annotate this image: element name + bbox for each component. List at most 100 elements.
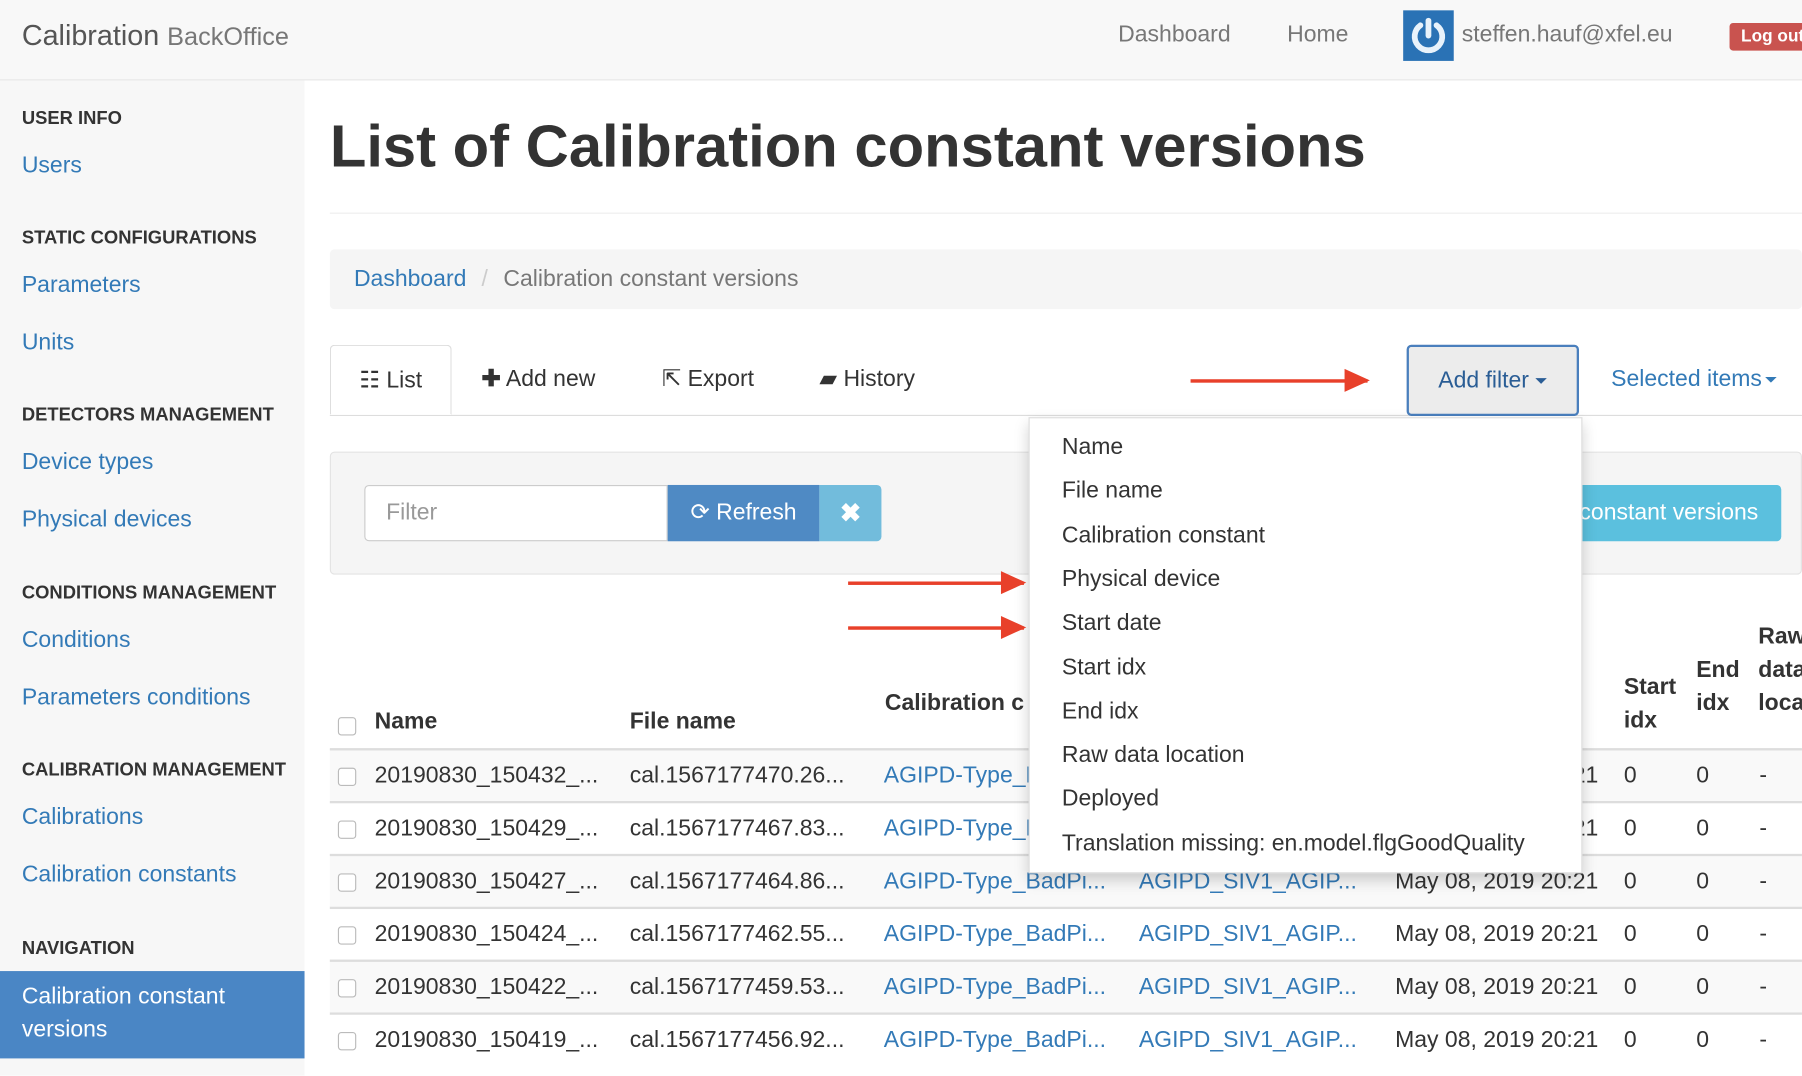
- cell-cc[interactable]: AGIPD-Type_BadPi...: [884, 909, 1106, 960]
- row-checkbox[interactable]: [337, 820, 357, 839]
- nav-home[interactable]: Home: [1287, 22, 1348, 48]
- brand-main: Calibration: [21, 19, 160, 52]
- cell-end: 0: [1696, 921, 1710, 947]
- cell-cc[interactable]: AGIPD-Type_BadPi...: [884, 962, 1106, 1013]
- add-filter-dropdown-menu: Name File name Calibration constant Physica…: [1028, 417, 1583, 874]
- tab-list[interactable]: ☷ List: [329, 344, 452, 415]
- add-filter-button[interactable]: Add filter: [1406, 344, 1580, 417]
- cell-start: 0: [1623, 1027, 1637, 1053]
- row-checkbox[interactable]: [337, 926, 357, 945]
- cell-end: 0: [1696, 815, 1710, 842]
- cell-start: 0: [1623, 815, 1637, 842]
- user-email[interactable]: steffen.hauf@xfel.eu: [1462, 22, 1673, 48]
- table-row: 20190830_150419_... cal.1567177456.92... A…: [329, 1012, 1802, 1066]
- brand[interactable]: Calibration BackOffice: [22, 20, 289, 53]
- filter-option[interactable]: File name: [1062, 477, 1163, 505]
- sidebar-header-user-info: USER INFO: [21, 109, 122, 129]
- cell-pd[interactable]: AGIPD_SIV1_AGIP...: [1139, 1015, 1357, 1066]
- column-header-name[interactable]: Name: [375, 706, 438, 739]
- cell-cc[interactable]: AGIPD-Type_BadPi...: [884, 1015, 1106, 1066]
- sidebar-item-calibrations[interactable]: Calibrations: [22, 804, 143, 830]
- cell-end: 0: [1696, 974, 1710, 1000]
- cell-file: cal.1567177467.83...: [629, 815, 845, 842]
- breadcrumb-dashboard[interactable]: Dashboard: [354, 249, 466, 309]
- page-title: List of Calibration constant versions: [329, 113, 1366, 181]
- tab-export[interactable]: ⇱ Export: [662, 345, 754, 415]
- cell-start: 0: [1623, 868, 1637, 895]
- cell-start: 0: [1623, 763, 1637, 789]
- book-icon: ▰: [819, 366, 838, 392]
- tab-label: List: [386, 367, 423, 394]
- column-header-end-idx[interactable]: End idx: [1696, 654, 1747, 721]
- sidebar-item-device-types[interactable]: Device types: [22, 449, 154, 475]
- cell-date: May 08, 2019 20:21: [1395, 921, 1599, 947]
- sidebar-item-calibration-constant-versions[interactable]: Calibration constant versions: [0, 971, 305, 1059]
- selected-items-label: Selected items: [1611, 366, 1762, 392]
- logout-button[interactable]: Log out: [1729, 22, 1802, 51]
- column-header-raw-data-location[interactable]: Raw data loca: [1758, 621, 1802, 721]
- selected-items-dropdown[interactable]: Selected items: [1611, 345, 1777, 414]
- sidebar-item-parameters-conditions[interactable]: Parameters conditions: [22, 685, 251, 711]
- sidebar-item-physical-devices[interactable]: Physical devices: [22, 507, 192, 533]
- caret-down-icon: [1535, 378, 1548, 385]
- refresh-label: Refresh: [716, 499, 797, 526]
- export-icon: ⇱: [661, 366, 682, 392]
- sidebar-item-calibration-constants[interactable]: Calibration constants: [22, 862, 237, 888]
- cell-name: 20190830_150427_...: [374, 868, 599, 895]
- filter-option[interactable]: Start date: [1062, 609, 1162, 637]
- filter-option[interactable]: Deployed: [1062, 785, 1159, 813]
- column-header-file-name[interactable]: File name: [630, 706, 736, 739]
- tab-add-new[interactable]: ✚ Add new: [482, 345, 596, 415]
- cell-file: cal.1567177462.55...: [629, 921, 845, 947]
- filter-option[interactable]: Translation missing: en.model.flgGoodQua…: [1062, 829, 1525, 857]
- sidebar-header-calibration-management: CALIBRATION MANAGEMENT: [21, 760, 287, 781]
- filter-option[interactable]: End idx: [1062, 697, 1139, 725]
- cell-end: 0: [1696, 1027, 1710, 1053]
- tab-history[interactable]: ▰ History: [819, 345, 915, 415]
- cell-date: May 08, 2019 20:21: [1395, 974, 1599, 1000]
- clear-filter-button[interactable]: ✖: [819, 484, 882, 542]
- tab-label: History: [843, 366, 915, 392]
- filter-option[interactable]: Raw data location: [1062, 741, 1245, 769]
- filter-option[interactable]: Start idx: [1062, 653, 1146, 681]
- breadcrumb-separator: /: [481, 266, 488, 292]
- column-header-calibration-constant[interactable]: Calibration c: [885, 687, 1024, 720]
- filter-option[interactable]: Calibration constant: [1062, 521, 1265, 549]
- navbar: Calibration BackOffice Dashboard Home st…: [0, 0, 1802, 81]
- cell-end: 0: [1696, 763, 1710, 789]
- tab-label: Export: [687, 366, 755, 392]
- sidebar-header-static-configurations: STATIC CONFIGURATIONS: [21, 228, 257, 249]
- annotation-arrow: [1190, 368, 1370, 392]
- select-all-checkbox[interactable]: [337, 717, 357, 736]
- row-checkbox[interactable]: [337, 1031, 357, 1051]
- sidebar-header-conditions-management: CONDITIONS MANAGEMENT: [21, 583, 277, 604]
- sidebar-item-parameters[interactable]: Parameters: [22, 272, 141, 298]
- row-checkbox[interactable]: [337, 767, 357, 787]
- sidebar-item-conditions[interactable]: Conditions: [22, 627, 131, 653]
- filter-input[interactable]: [364, 484, 668, 542]
- refresh-button[interactable]: ⟳ Refresh: [667, 484, 820, 542]
- sidebar-item-users[interactable]: Users: [22, 153, 82, 179]
- nav-dashboard[interactable]: Dashboard: [1118, 22, 1230, 48]
- filter-option[interactable]: Name: [1062, 433, 1123, 461]
- cell-file: cal.1567177456.92...: [629, 1027, 845, 1053]
- cell-start: 0: [1623, 921, 1637, 947]
- sidebar-header-detectors-management: DETECTORS MANAGEMENT: [21, 405, 274, 426]
- caret-down-icon: [1765, 377, 1777, 383]
- filter-option[interactable]: Physical device: [1062, 565, 1220, 593]
- cell-name: 20190830_150424_...: [374, 921, 599, 947]
- plus-icon: ✚: [481, 366, 501, 392]
- table-row: 20190830_150424_... cal.1567177462.55... A…: [329, 906, 1802, 960]
- cell-raw: -: [1759, 868, 1768, 895]
- cell-pd[interactable]: AGIPD_SIV1_AGIP...: [1139, 909, 1357, 960]
- column-header-start-idx[interactable]: Start idx: [1624, 671, 1681, 738]
- sidebar-item-units[interactable]: Units: [22, 330, 74, 356]
- avatar[interactable]: [1403, 10, 1454, 61]
- row-checkbox[interactable]: [337, 873, 357, 892]
- cell-pd[interactable]: AGIPD_SIV1_AGIP...: [1139, 962, 1357, 1013]
- row-checkbox[interactable]: [337, 979, 357, 998]
- breadcrumb: Dashboard / Calibration constant version…: [329, 249, 1802, 310]
- cell-end: 0: [1696, 868, 1710, 895]
- cell-date: May 08, 2019 20:21: [1395, 1027, 1599, 1053]
- cell-raw: -: [1759, 921, 1768, 947]
